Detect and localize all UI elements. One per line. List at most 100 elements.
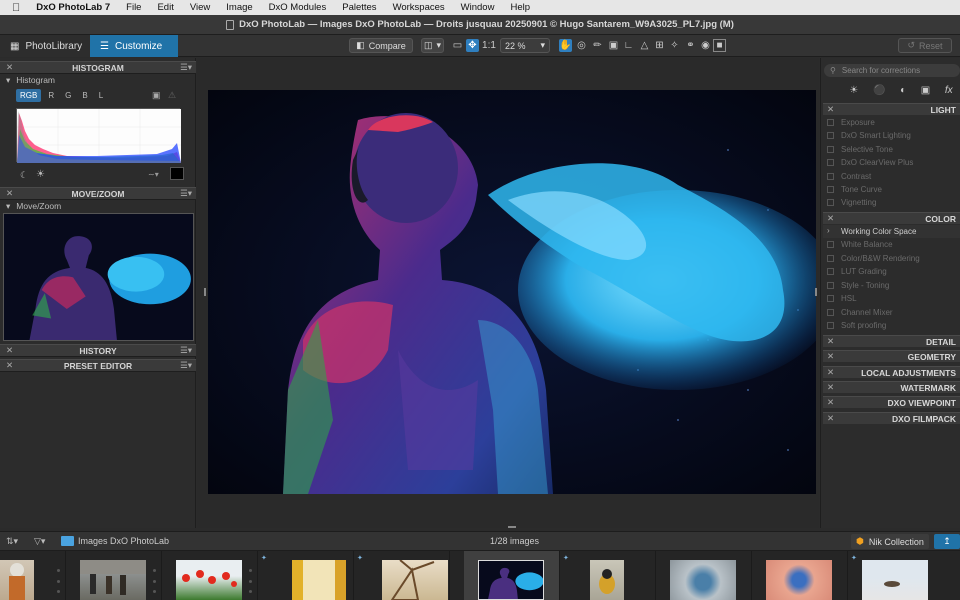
- history-header[interactable]: ✕ HISTORY ☰▾: [0, 344, 196, 357]
- fit-to-screen-icon[interactable]: ✥: [466, 39, 479, 52]
- correction-clearview[interactable]: DxO ClearView Plus: [823, 156, 960, 169]
- hamburger-icon[interactable]: ☰▾: [180, 345, 192, 356]
- hand-tool-icon[interactable]: ✋: [559, 39, 572, 52]
- clipping-warning-icon[interactable]: ⚠: [168, 90, 176, 101]
- color-section-header[interactable]: ✕ COLOR: [823, 212, 960, 224]
- monitor-icon[interactable]: ▣: [152, 90, 161, 101]
- checkbox[interactable]: [827, 119, 834, 126]
- close-icon[interactable]: ✕: [827, 367, 834, 378]
- left-panel-collapse-handle[interactable]: [204, 288, 206, 296]
- geometry-section-header[interactable]: ✕ GEOMETRY: [823, 350, 960, 362]
- compare-button[interactable]: ◧ Compare: [349, 38, 413, 53]
- correction-hsl[interactable]: HSL: [823, 292, 960, 305]
- main-image[interactable]: [208, 90, 816, 494]
- local-adjustments-section-header[interactable]: ✕ LOCAL ADJUSTMENTS: [823, 366, 960, 378]
- menu-app[interactable]: DxO PhotoLab 7: [28, 2, 118, 13]
- nik-collection-button[interactable]: ⬢ Nik Collection: [851, 534, 929, 549]
- checkbox[interactable]: [827, 199, 834, 206]
- thumbnail-cell[interactable]: [752, 551, 848, 600]
- close-icon[interactable]: ✕: [6, 360, 13, 371]
- light-section-header[interactable]: ✕ LIGHT: [823, 103, 960, 115]
- checkbox[interactable]: [827, 241, 834, 248]
- menu-dxo-modules[interactable]: DxO Modules: [261, 2, 335, 13]
- correction-lut-grading[interactable]: LUT Grading: [823, 265, 960, 278]
- horizon-tool-icon[interactable]: ∟: [622, 39, 635, 52]
- thumbnail-cell[interactable]: ✦: [848, 551, 944, 600]
- viewpoint-section-header[interactable]: ✕ DXO VIEWPOINT: [823, 396, 960, 408]
- eyedropper-icon[interactable]: ✏: [591, 39, 604, 52]
- hamburger-icon[interactable]: ☰▾: [180, 62, 192, 73]
- channel-b[interactable]: B: [78, 89, 91, 102]
- close-icon[interactable]: ✕: [827, 213, 834, 224]
- close-icon[interactable]: ✕: [6, 62, 13, 73]
- menu-workspaces[interactable]: Workspaces: [385, 2, 453, 13]
- menu-help[interactable]: Help: [502, 2, 538, 13]
- checkbox[interactable]: [827, 255, 834, 262]
- local-adjustments-icon[interactable]: ✧: [668, 39, 681, 52]
- channel-r[interactable]: R: [44, 89, 58, 102]
- menu-window[interactable]: Window: [453, 2, 503, 13]
- correction-vignetting[interactable]: Vignetting: [823, 196, 960, 209]
- histogram-options-icon[interactable]: ∼▾: [148, 170, 159, 179]
- checkbox[interactable]: [827, 173, 834, 180]
- correction-white-balance[interactable]: White Balance: [823, 238, 960, 251]
- menu-image[interactable]: Image: [218, 2, 260, 13]
- link-icon[interactable]: ⚭: [684, 39, 697, 52]
- geometry-filter-icon[interactable]: ▣: [921, 85, 930, 96]
- movezoom-preview[interactable]: [3, 213, 194, 341]
- histogram-header[interactable]: ✕ HISTOGRAM ☰▾: [0, 61, 196, 74]
- close-icon[interactable]: ✕: [827, 351, 834, 362]
- thumbnail-cell[interactable]: ✦: [258, 551, 354, 600]
- menu-view[interactable]: View: [182, 2, 218, 13]
- preset-editor-header[interactable]: ✕ PRESET EDITOR ☰▾: [0, 359, 196, 372]
- correction-selective-tone[interactable]: Selective Tone: [823, 143, 960, 156]
- thumbnail-cell[interactable]: [162, 551, 258, 600]
- channel-rgb[interactable]: RGB: [16, 89, 42, 102]
- checkbox[interactable]: [827, 309, 834, 316]
- hamburger-icon[interactable]: ☰▾: [180, 360, 192, 371]
- view-mode-dropdown[interactable]: ◫ ▾: [421, 38, 444, 53]
- hamburger-icon[interactable]: ☰▾: [180, 188, 192, 199]
- perspective-tool-icon[interactable]: △: [638, 39, 651, 52]
- export-button[interactable]: ↥: [934, 534, 960, 549]
- thumbnail-cell-selected[interactable]: [464, 551, 560, 600]
- close-icon[interactable]: ✕: [827, 104, 834, 115]
- filmstrip-collapse-handle[interactable]: [508, 526, 516, 528]
- white-balance-picker-icon[interactable]: ◎: [575, 39, 588, 52]
- checkbox[interactable]: [827, 295, 834, 302]
- movezoom-subheader[interactable]: ▾ Move/Zoom: [0, 200, 196, 212]
- correction-working-color-space[interactable]: › Working Color Space: [823, 225, 960, 238]
- crop-tool-icon[interactable]: ⊞: [653, 39, 666, 52]
- folder-name[interactable]: Images DxO PhotoLab: [78, 536, 169, 546]
- checkbox[interactable]: [827, 268, 834, 275]
- correction-color-bw[interactable]: Color/B&W Rendering: [823, 252, 960, 265]
- menu-edit[interactable]: Edit: [149, 2, 181, 13]
- checkbox[interactable]: [827, 132, 834, 139]
- watermark-section-header[interactable]: ✕ WATERMARK: [823, 381, 960, 393]
- one-to-one-button[interactable]: 1:1: [481, 39, 497, 52]
- menu-palettes[interactable]: Palettes: [334, 2, 384, 13]
- color-filter-icon[interactable]: ⚫: [873, 85, 885, 96]
- correction-tone-curve[interactable]: Tone Curve: [823, 183, 960, 196]
- histogram-subheader[interactable]: ▾ Histogram: [0, 74, 196, 86]
- eye-icon[interactable]: ◉: [699, 39, 712, 52]
- movezoom-header[interactable]: ✕ MOVE/ZOOM ☰▾: [0, 187, 196, 200]
- tab-photolibrary[interactable]: ▦ PhotoLibrary: [0, 35, 90, 57]
- detail-section-header[interactable]: ✕ DETAIL: [823, 335, 960, 347]
- channel-l[interactable]: L: [95, 89, 107, 102]
- color-swatch[interactable]: [170, 167, 184, 180]
- checkbox[interactable]: [827, 322, 834, 329]
- thumbnail-cell[interactable]: ✦: [560, 551, 656, 600]
- correction-contrast[interactable]: Contrast: [823, 170, 960, 183]
- close-icon[interactable]: ✕: [6, 345, 13, 356]
- shadow-clipping-icon[interactable]: ☾: [20, 170, 28, 181]
- detail-filter-icon[interactable]: ◐: [900, 85, 906, 96]
- close-icon[interactable]: ✕: [827, 413, 834, 424]
- correction-soft-proofing[interactable]: Soft proofing: [823, 319, 960, 332]
- correction-smart-lighting[interactable]: DxO Smart Lighting: [823, 129, 960, 142]
- checkbox[interactable]: [827, 282, 834, 289]
- thumbnail-cell[interactable]: [66, 551, 162, 600]
- menu-file[interactable]: File: [118, 2, 149, 13]
- filmpack-section-header[interactable]: ✕ DXO FILMPACK: [823, 412, 960, 424]
- thumbnail-cell[interactable]: [656, 551, 752, 600]
